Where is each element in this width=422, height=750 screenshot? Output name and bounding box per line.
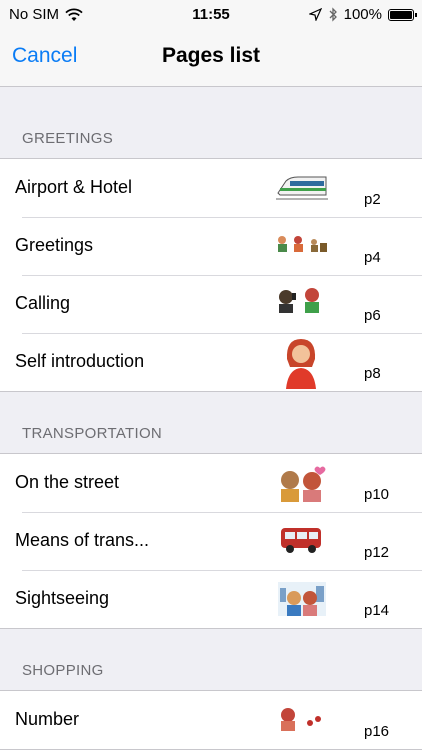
list-item-self-introduction[interactable]: Self introduction p8 <box>0 333 422 391</box>
list-item-label: Self introduction <box>15 351 145 371</box>
couple-icon <box>281 466 326 502</box>
list-item-label: On the street <box>15 472 120 492</box>
greeting-people-icon <box>278 236 327 252</box>
list-item-label: Greetings <box>15 235 94 255</box>
bluetooth-icon <box>329 7 337 22</box>
section-greetings: Airport & Hotel p2 Greetings p4 Calling … <box>0 158 422 392</box>
list-item-calling[interactable]: Calling p6 <box>0 275 422 333</box>
status-bar: No SIM 11:55 100% <box>0 0 422 30</box>
battery-icon <box>388 8 417 21</box>
shopping-icon <box>281 708 321 731</box>
location-arrow-icon <box>308 8 322 21</box>
page-number: p4 <box>364 249 381 266</box>
bus-icon <box>281 528 321 553</box>
list-item-label: Calling <box>15 293 71 313</box>
page-number: p8 <box>364 365 381 382</box>
status-right: 100% <box>308 6 417 23</box>
list-item-number[interactable]: Number p16 <box>0 691 422 749</box>
battery-percent: 100% <box>343 6 382 23</box>
page-number: p14 <box>364 602 390 619</box>
page-title: Pages list <box>161 44 261 67</box>
list-item-greetings[interactable]: Greetings p4 <box>0 217 422 275</box>
section-transportation: On the street p10 Means of trans... p12 … <box>0 453 422 629</box>
sightseeing-icon <box>278 582 326 616</box>
list-item-label: Number <box>15 709 80 729</box>
page-number: p16 <box>364 723 390 740</box>
page-number: p2 <box>364 191 381 208</box>
list-item-means-of-transportation[interactable]: Means of trans... p12 <box>0 512 422 570</box>
woman-icon <box>286 339 316 389</box>
list-item-label: Means of trans... <box>15 530 150 550</box>
list-item-label: Sightseeing <box>15 588 110 608</box>
page-number: p6 <box>364 307 381 324</box>
page-number: p12 <box>364 544 390 561</box>
list-item-on-the-street[interactable]: On the street p10 <box>0 454 422 512</box>
section-shopping: Number p16 <box>0 690 422 750</box>
train-icon <box>276 176 328 200</box>
list-item-sightseeing[interactable]: Sightseeing p14 <box>0 570 422 628</box>
section-header-greetings: GREETINGS <box>22 130 114 147</box>
page-number: p10 <box>364 486 390 503</box>
list-item-airport-hotel[interactable]: Airport & Hotel p2 <box>0 159 422 217</box>
section-header-shopping: SHOPPING <box>22 662 104 679</box>
navigation-bar: Cancel Pages list <box>0 30 422 87</box>
phone-call-icon <box>279 288 319 313</box>
section-header-transportation: TRANSPORTATION <box>22 425 163 442</box>
list-item-label: Airport & Hotel <box>15 177 133 197</box>
